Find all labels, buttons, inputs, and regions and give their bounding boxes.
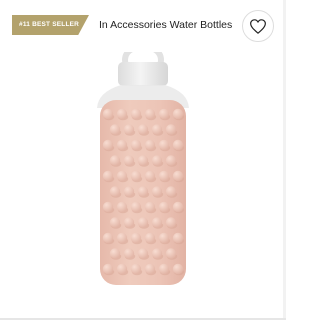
bottle-spike (130, 201, 142, 213)
product-header: #11 BEST SELLER In Accessories Water Bot… (0, 0, 286, 52)
bottle-spike (144, 139, 156, 151)
bottle-spike (130, 263, 142, 275)
bottle-spike (116, 201, 128, 213)
bottle-spike (137, 217, 149, 228)
bottle-spike (109, 124, 121, 135)
bottle-spike (123, 155, 135, 166)
bottle-spike (123, 124, 135, 135)
category-breadcrumb[interactable]: In Accessories Water Bottles (99, 19, 232, 31)
bottle-spike (123, 217, 135, 228)
bottle-spike (151, 248, 163, 259)
bottle-spike (151, 155, 163, 166)
bottle-spike (137, 155, 149, 166)
bottle-spike (102, 263, 114, 275)
bottle-spike (165, 248, 177, 259)
bottle-spike (109, 155, 121, 166)
bottle-spike (144, 263, 156, 275)
bottle-spike (144, 201, 156, 213)
bottle-spike (158, 201, 170, 213)
bottle-spike (116, 108, 128, 120)
bottle-spike (109, 217, 121, 228)
bottle-spike (172, 108, 184, 120)
bottle-spike (144, 232, 156, 244)
bottle-spike (158, 170, 170, 182)
bottle-spike (116, 139, 128, 151)
bottle-spike (137, 186, 149, 197)
bottle-spike (130, 139, 142, 151)
bottle-spike (102, 170, 114, 182)
bottle-spike (130, 232, 142, 244)
bottle-spike (137, 124, 149, 135)
bottle-spike (102, 108, 114, 120)
product-image[interactable] (0, 45, 286, 310)
bottle-spike (102, 201, 114, 213)
bottle-spike (158, 232, 170, 244)
bottle-spike (172, 232, 184, 244)
bottle-spike (158, 139, 170, 151)
bottle-spike (130, 170, 142, 182)
bottle-spike (102, 139, 114, 151)
bottle-spike (109, 248, 121, 259)
bottle-spike (123, 248, 135, 259)
bottle-spike (151, 124, 163, 135)
bottle-spike (116, 232, 128, 244)
bottle-spike (137, 248, 149, 259)
bottle-spike (102, 232, 114, 244)
bottle-spike (172, 139, 184, 151)
bottle-spike (151, 217, 163, 228)
bottle-spike (165, 124, 177, 135)
favorite-button[interactable] (242, 10, 274, 42)
bottle-spike (116, 170, 128, 182)
bottle-spike (130, 108, 142, 120)
bottle-spike (144, 108, 156, 120)
bottle-spike (165, 217, 177, 228)
bottle-spike (151, 186, 163, 197)
bottle-spike (165, 186, 177, 197)
bottle-spike (165, 155, 177, 166)
bottle-spike (158, 108, 170, 120)
scrollbar-track[interactable] (283, 0, 286, 320)
bottle-spike (172, 170, 184, 182)
bottle-spike (158, 263, 170, 275)
bottle-spike (172, 263, 184, 275)
bottle-spike (144, 170, 156, 182)
bottle-spike (109, 186, 121, 197)
heart-outline-icon (250, 18, 266, 34)
best-seller-badge: #11 BEST SELLER (12, 15, 89, 35)
bottle-spike (116, 263, 128, 275)
product-image-area (0, 45, 286, 310)
bottle-spike (123, 186, 135, 197)
bottle-spike (172, 201, 184, 213)
